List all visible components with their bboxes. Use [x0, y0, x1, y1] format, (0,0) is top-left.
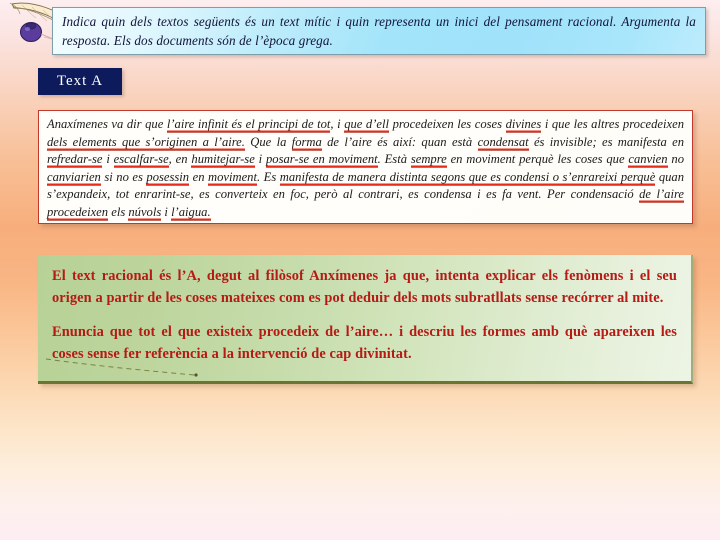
slide-canvas: Indica quin dels textos següents és un t…	[0, 0, 720, 540]
highlighted-phrase: manifesta de manera distinta segons que …	[279, 169, 656, 186]
source-phrase: els	[108, 204, 129, 219]
source-phrase: en moviment perquè les coses que	[446, 152, 629, 166]
source-phrase: i	[254, 152, 266, 166]
highlighted-phrase: condensat	[477, 134, 529, 151]
highlighted-phrase: moviment	[208, 169, 257, 186]
highlighted-phrase: l’aigua.	[171, 204, 211, 221]
highlighted-phrase: forma	[291, 134, 322, 151]
source-phrase: i	[102, 152, 114, 166]
answer-paragraph-2: Enuncia que tot el que existeix procedei…	[52, 324, 677, 362]
answer-box: El text racional és l’A, degut al filòso…	[38, 255, 693, 384]
highlighted-phrase: canvien	[628, 152, 668, 168]
highlighted-phrase: sempre	[410, 152, 447, 168]
source-phrase: si no es	[100, 169, 147, 184]
text-a-label: Text A	[38, 68, 122, 95]
source-phrase: en	[189, 169, 209, 184]
source-phrase: i que les altres procedeixen	[541, 117, 684, 131]
source-phrase: . Està	[377, 152, 411, 166]
source-phrase: , en	[168, 152, 192, 166]
prompt-box: Indica quin dels textos següents és un t…	[52, 7, 706, 55]
highlighted-phrase: divines	[505, 117, 542, 133]
highlighted-phrase: humitejar-se	[191, 152, 255, 168]
highlighted-phrase: refredar-se	[47, 152, 103, 168]
highlighted-phrase: posar-se en moviment	[265, 152, 378, 168]
source-phrase: i	[161, 204, 172, 219]
source-phrase: és invisible; es manifesta en	[528, 134, 685, 149]
answer-paragraph-1: El text racional és l’A, degut al filòso…	[52, 268, 677, 306]
highlighted-phrase: l’aire infinit és el principi de tot	[166, 117, 331, 133]
highlighted-phrase: canviarien	[47, 169, 101, 186]
source-phrase: de l’aire és així: quan està	[321, 134, 478, 149]
source-phrase: Que la	[244, 134, 292, 149]
source-phrase: . Es	[256, 169, 280, 184]
source-text: Anaxímenes va dir que l’aire infinit és …	[47, 116, 684, 221]
source-phrase: Anaxímenes va dir que	[47, 117, 167, 131]
highlighted-phrase: núvols	[128, 204, 162, 221]
source-phrase: no	[667, 152, 685, 166]
source-phrase: procedeixen les coses	[389, 117, 506, 131]
prompt-line-1: Indica quin dels textos següents és un t…	[62, 14, 563, 29]
highlighted-phrase: escalfar-se	[113, 152, 169, 168]
highlighted-phrase: que d’ell	[344, 117, 390, 133]
source-phrase: , i	[330, 117, 345, 131]
prompt-text: Indica quin dels textos següents és un t…	[62, 12, 696, 50]
source-text-box: Anaxímenes va dir que l’aire infinit és …	[38, 110, 693, 224]
highlighted-phrase: dels elements que s’originen a l’aire.	[47, 134, 245, 151]
highlighted-phrase: posessin	[146, 169, 190, 186]
